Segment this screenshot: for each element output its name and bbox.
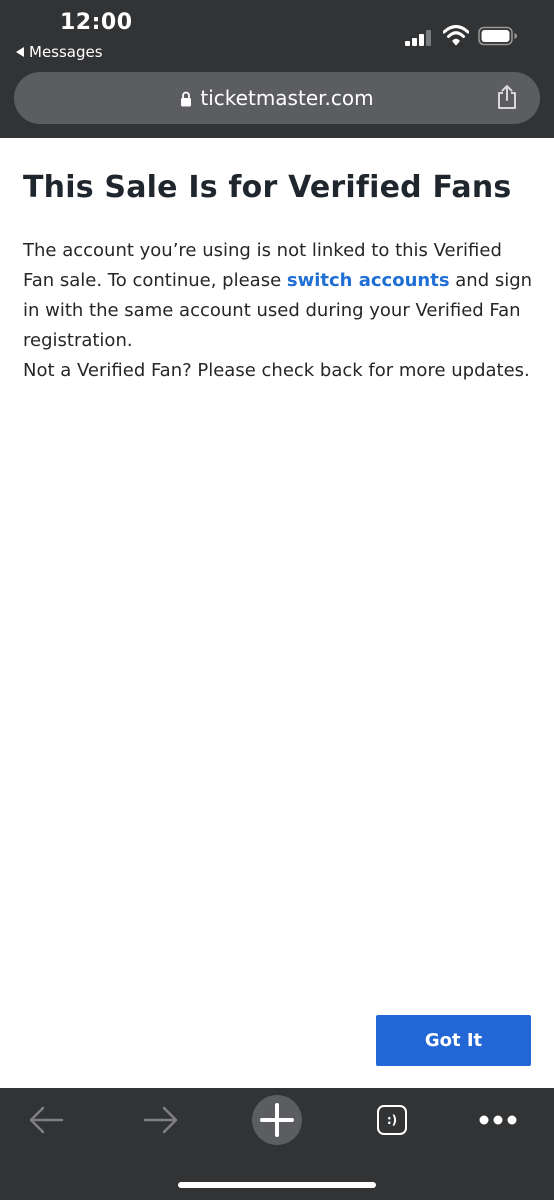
battery-icon: [478, 26, 517, 46]
switch-accounts-link[interactable]: switch accounts: [287, 270, 450, 291]
status-time: 12:00: [60, 10, 133, 35]
cellular-signal-icon: [405, 30, 433, 46]
more-dots-icon: [479, 1115, 517, 1125]
menu-button[interactable]: [468, 1088, 528, 1152]
url-text: ticketmaster.com: [200, 86, 374, 110]
forward-button[interactable]: [131, 1088, 191, 1152]
arrow-right-icon: [143, 1106, 178, 1134]
tabs-label: :): [386, 1113, 398, 1127]
lock-icon: [181, 91, 192, 107]
message-not-verified: Not a Verified Fan? Please check back fo…: [23, 360, 530, 381]
tabs-button[interactable]: :): [362, 1088, 422, 1152]
new-tab-button[interactable]: [247, 1088, 307, 1152]
got-it-button[interactable]: Got It: [376, 1015, 531, 1066]
browser-chrome-top: 12:00 Messages ticketmaster.com: [0, 0, 554, 138]
page-content: This Sale Is for Verified Fans The accou…: [23, 170, 538, 386]
share-icon[interactable]: [496, 84, 518, 110]
home-indicator[interactable]: [178, 1182, 376, 1188]
back-to-messages-button[interactable]: Messages: [16, 43, 103, 61]
plus-icon: [252, 1095, 302, 1145]
wifi-icon: [443, 25, 469, 46]
arrow-left-icon: [29, 1106, 64, 1134]
page-message: The account you’re using is not linked t…: [23, 236, 538, 386]
back-to-messages-label: Messages: [29, 43, 103, 61]
back-button[interactable]: [16, 1088, 76, 1152]
address-bar[interactable]: ticketmaster.com: [14, 72, 540, 124]
page-title: This Sale Is for Verified Fans: [23, 170, 512, 205]
back-triangle-icon: [16, 47, 24, 57]
tabs-icon: :): [377, 1105, 407, 1135]
browser-toolbar: :): [0, 1088, 554, 1200]
